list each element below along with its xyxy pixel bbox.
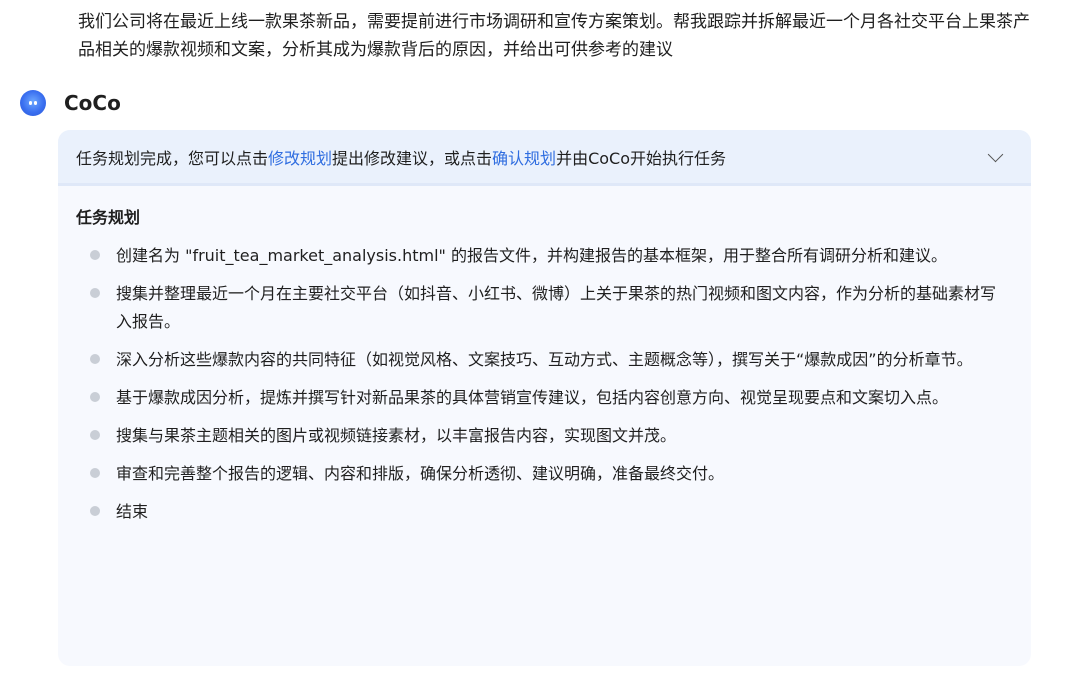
user-message: 我们公司将在最近上线一款果茶新品，需要提前进行市场调研和宣传方案策划。帮我跟踪并…	[78, 12, 1030, 60]
plan-header-suffix: 并由CoCo开始执行任务	[556, 148, 726, 168]
coco-avatar-icon	[20, 90, 46, 116]
confirm-plan-link[interactable]: 确认规划	[492, 145, 556, 169]
plan-header-prefix: 任务规划完成，您可以点击	[76, 148, 269, 168]
plan-header-middle: 提出修改建议，或点击	[332, 148, 493, 168]
plan-step: 搜集并整理最近一个月在主要社交平台（如抖音、小红书、微博）上关于果茶的热门视频和…	[76, 280, 1006, 336]
plan-title: 任务规划	[76, 208, 141, 227]
assistant-header: CoCo	[20, 88, 121, 118]
edit-plan-link[interactable]: 修改规划	[268, 145, 332, 169]
plan-step: 深入分析这些爆款内容的共同特征（如视觉风格、文案技巧、互动方式、主题概念等），撰…	[76, 346, 1006, 374]
plan-step: 基于爆款成因分析，提炼并撰写针对新品果茶的具体营销宣传建议，包括内容创意方向、视…	[76, 384, 1006, 412]
chevron-down-icon[interactable]	[987, 146, 1004, 162]
assistant-name: CoCo	[64, 91, 121, 115]
plan-step: 搜集与果茶主题相关的图片或视频链接素材，以丰富报告内容，实现图文并茂。	[76, 422, 1006, 450]
plan-header: 任务规划完成，您可以点击 修改规划 提出修改建议，或点击 确认规划 并由CoCo开始执行…	[58, 130, 1031, 186]
task-plan-card: 任务规划完成，您可以点击 修改规划 提出修改建议，或点击 确认规划 并由CoCo开始执行…	[58, 130, 1031, 666]
plan-step: 结束	[76, 498, 1006, 526]
plan-steps: 创建名为 "fruit_tea_market_analysis.html" 的报…	[76, 242, 1013, 526]
plan-step: 创建名为 "fruit_tea_market_analysis.html" 的报…	[76, 242, 1006, 270]
plan-step: 审查和完善整个报告的逻辑、内容和排版，确保分析透彻、建议明确，准备最终交付。	[76, 460, 1006, 488]
plan-body: 任务规划 创建名为 "fruit_tea_market_analysis.htm…	[58, 186, 1031, 526]
